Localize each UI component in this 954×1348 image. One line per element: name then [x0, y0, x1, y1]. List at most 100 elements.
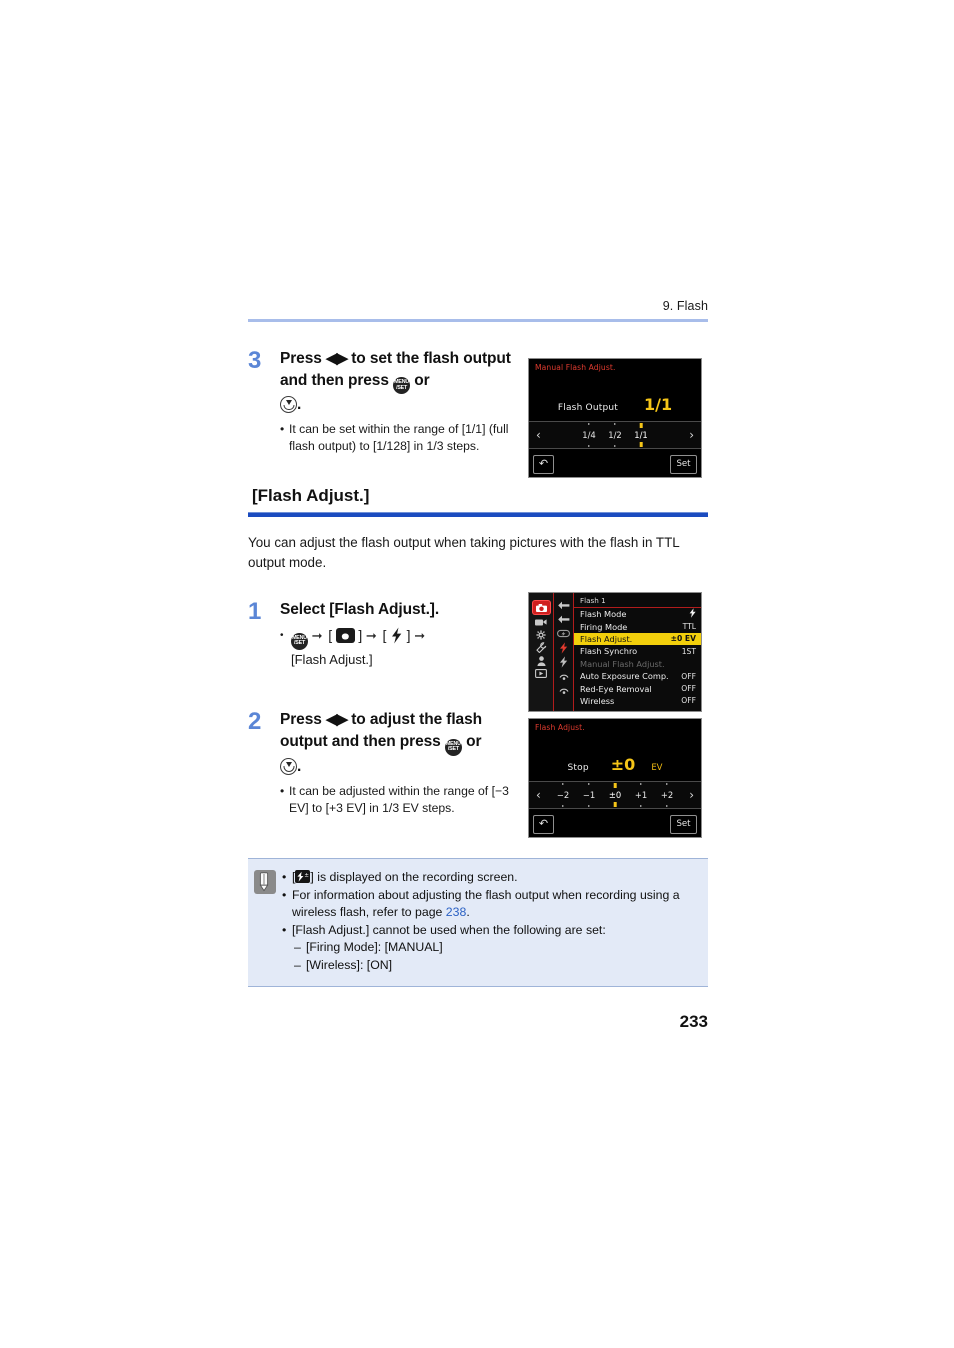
menu-row-label: Flash Mode — [580, 609, 627, 620]
step-2-title-or: or — [466, 733, 482, 751]
set-button[interactable]: Set — [670, 455, 697, 474]
note-subitem-1-text: [Firing Mode]: [MANUAL] — [306, 940, 443, 954]
arrow-right-icon: ➞ — [311, 628, 323, 644]
menu-row-label: Flash Synchro — [580, 646, 638, 657]
memo-pencil-icon — [254, 870, 276, 894]
menu-row-value: 1ST — [681, 646, 696, 656]
menu-row-firing-mode[interactable]: Firing Mode TTL — [574, 620, 701, 632]
menu-row-label: Flash Adjust. — [580, 633, 633, 644]
scale-item[interactable]: 1/2 — [602, 430, 628, 440]
bracket-open: [ — [382, 627, 387, 644]
chapter-header: 9. Flash — [662, 299, 708, 313]
lcd-flash-adjust: Flash Adjust. Stop ±0 EV ‹ −2 −1 ±0 +1 +… — [528, 718, 702, 838]
rail-icon-flash-adjust[interactable] — [556, 641, 571, 654]
lcd-scale-bar: ‹ 1/4 1/2 1/1 › — [529, 421, 701, 449]
note-list: • [±] is displayed on the recording scre… — [276, 869, 700, 974]
bracket-close: ] — [406, 627, 411, 644]
scale-item[interactable]: −2 — [550, 790, 576, 800]
rail-icon-video[interactable] — [534, 616, 549, 627]
scale-right-arrow-icon[interactable]: › — [689, 429, 694, 441]
joystick-icon — [280, 757, 297, 775]
menu-row-flash-synchro[interactable]: Flash Synchro 1ST — [574, 645, 701, 657]
svg-text:±: ± — [305, 872, 310, 878]
set-button[interactable]: Set — [670, 815, 697, 834]
scale-ticks: −2 −1 ±0 +1 +2 — [529, 782, 701, 808]
bullet-dot: • — [282, 870, 287, 884]
bracket-close: ] — [358, 627, 363, 644]
note-box: • [±] is displayed on the recording scre… — [248, 858, 708, 987]
scale-item-current[interactable]: ±0 — [602, 790, 628, 800]
lcd-manual-flash-adjust: Manual Flash Adjust. Flash Output 1/1 ‹ … — [528, 358, 702, 478]
note-item-1-text: [±] is displayed on the recording screen… — [292, 869, 700, 887]
menu-row-red-eye-removal[interactable]: Red-Eye Removal OFF — [574, 682, 701, 694]
rail-icon-wireless-1[interactable] — [556, 670, 571, 681]
rail-icon-flash-page-1[interactable] — [556, 600, 571, 611]
menu-row-label: Manual Flash Adjust. — [580, 658, 665, 669]
section-divider — [248, 512, 708, 518]
back-button[interactable]: ↶ — [533, 455, 554, 474]
back-button[interactable]: ↶ — [533, 815, 554, 834]
left-right-arrows-icon: ◀▶ — [325, 349, 348, 367]
menu-row-auto-exposure-comp[interactable]: Auto Exposure Comp. OFF — [574, 670, 701, 682]
dash-marker: – — [294, 940, 301, 954]
menu-rail-secondary — [554, 593, 574, 711]
rail-icon-personal[interactable] — [534, 655, 549, 666]
rail-icon-rec[interactable] — [532, 601, 550, 614]
step-1-menu-path: • MENU/SET ➞ [ ] ➞ [ ] ➞ — [280, 625, 526, 651]
scale-item[interactable]: +1 — [628, 790, 654, 800]
lcd-readout: Stop ±0 EV — [529, 755, 701, 774]
scale-item-current[interactable]: 1/1 — [628, 430, 654, 440]
section-intro: You can adjust the flash output when tak… — [248, 535, 680, 571]
rail-icon-playback[interactable] — [534, 668, 549, 679]
menu-row-wireless[interactable]: Wireless OFF — [574, 695, 701, 707]
note-subitem: – [Firing Mode]: [MANUAL] — [282, 939, 700, 957]
note-item-3-text: [Flash Adjust.] cannot be used when the … — [292, 922, 606, 937]
dash-marker: – — [294, 957, 301, 972]
header-divider — [248, 318, 708, 322]
arrow-right-icon: ➞ — [414, 628, 426, 644]
scale-item[interactable]: +2 — [654, 790, 680, 800]
rail-icon-custom[interactable] — [534, 629, 549, 640]
step-1-number: 1 — [248, 598, 262, 626]
menu-path-icons: MENU/SET ➞ [ ] ➞ [ ] ➞ — [291, 625, 526, 651]
manual-page: 9. Flash 3 Press ◀▶ to set the flash out… — [248, 299, 708, 838]
step-3-body: Press ◀▶ to set the flash output and the… — [280, 348, 526, 456]
lcd-flash-output-value: 1/1 — [644, 395, 673, 414]
step-3-note: • It can be set within the range of [1/1… — [280, 421, 526, 455]
menu-content: Flash 1 Flash Mode Firing Mode TTL Flash… — [574, 593, 701, 711]
note-subitem: – [Wireless]: [ON] — [282, 957, 700, 975]
menu-row-value: TTL — [682, 622, 696, 632]
note-item: • For information about adjusting the fl… — [282, 887, 700, 922]
rail-icon-flash-mode[interactable] — [556, 628, 571, 639]
lcd-screen-title: Flash Adjust. — [535, 723, 585, 732]
rail-icon-flash-synchro[interactable] — [556, 655, 571, 668]
lcd-ev-value: ±0 — [610, 755, 636, 774]
scale-item[interactable]: 1/4 — [576, 430, 602, 440]
bracket-open: [ — [328, 627, 333, 644]
rail-icon-flash-page-2[interactable] — [556, 614, 571, 625]
arrow-right-icon: ➞ — [365, 628, 377, 644]
page-number: 233 — [679, 1012, 708, 1031]
lcd-readout: Flash Output 1/1 — [529, 395, 701, 414]
menu-row-value: OFF — [681, 684, 696, 694]
lcd-stop-label: Stop — [567, 763, 589, 773]
bullet-dot: • — [282, 922, 287, 937]
menu-row-label: Wireless — [580, 695, 615, 706]
lcd-flash-output-label: Flash Output — [557, 403, 618, 413]
step-2-title-post: to adjust the flash — [351, 711, 482, 729]
menu-row-value: OFF — [681, 671, 696, 681]
lcd-scale-bar: ‹ −2 −1 ±0 +1 +2 › — [529, 781, 701, 809]
rail-icon-setup[interactable] — [534, 642, 549, 653]
step-3-note-text: It can be set within the range of [1/1] … — [289, 422, 509, 454]
step-3-number: 3 — [248, 346, 262, 374]
rec-menu-icon — [335, 628, 355, 644]
rail-icon-wireless-2[interactable] — [556, 684, 571, 695]
menu-tab-title: Flash 1 — [574, 593, 701, 608]
menu-row-flash-mode[interactable]: Flash Mode — [574, 608, 701, 620]
menu-row-value: OFF — [681, 696, 696, 706]
menu-row-label: Firing Mode — [580, 621, 628, 632]
scale-item[interactable]: −1 — [576, 790, 602, 800]
page-link-238[interactable]: 238 — [446, 905, 467, 919]
scale-right-arrow-icon[interactable]: › — [689, 789, 694, 801]
menu-row-flash-adjust[interactable]: Flash Adjust. ±0 EV — [574, 632, 701, 646]
